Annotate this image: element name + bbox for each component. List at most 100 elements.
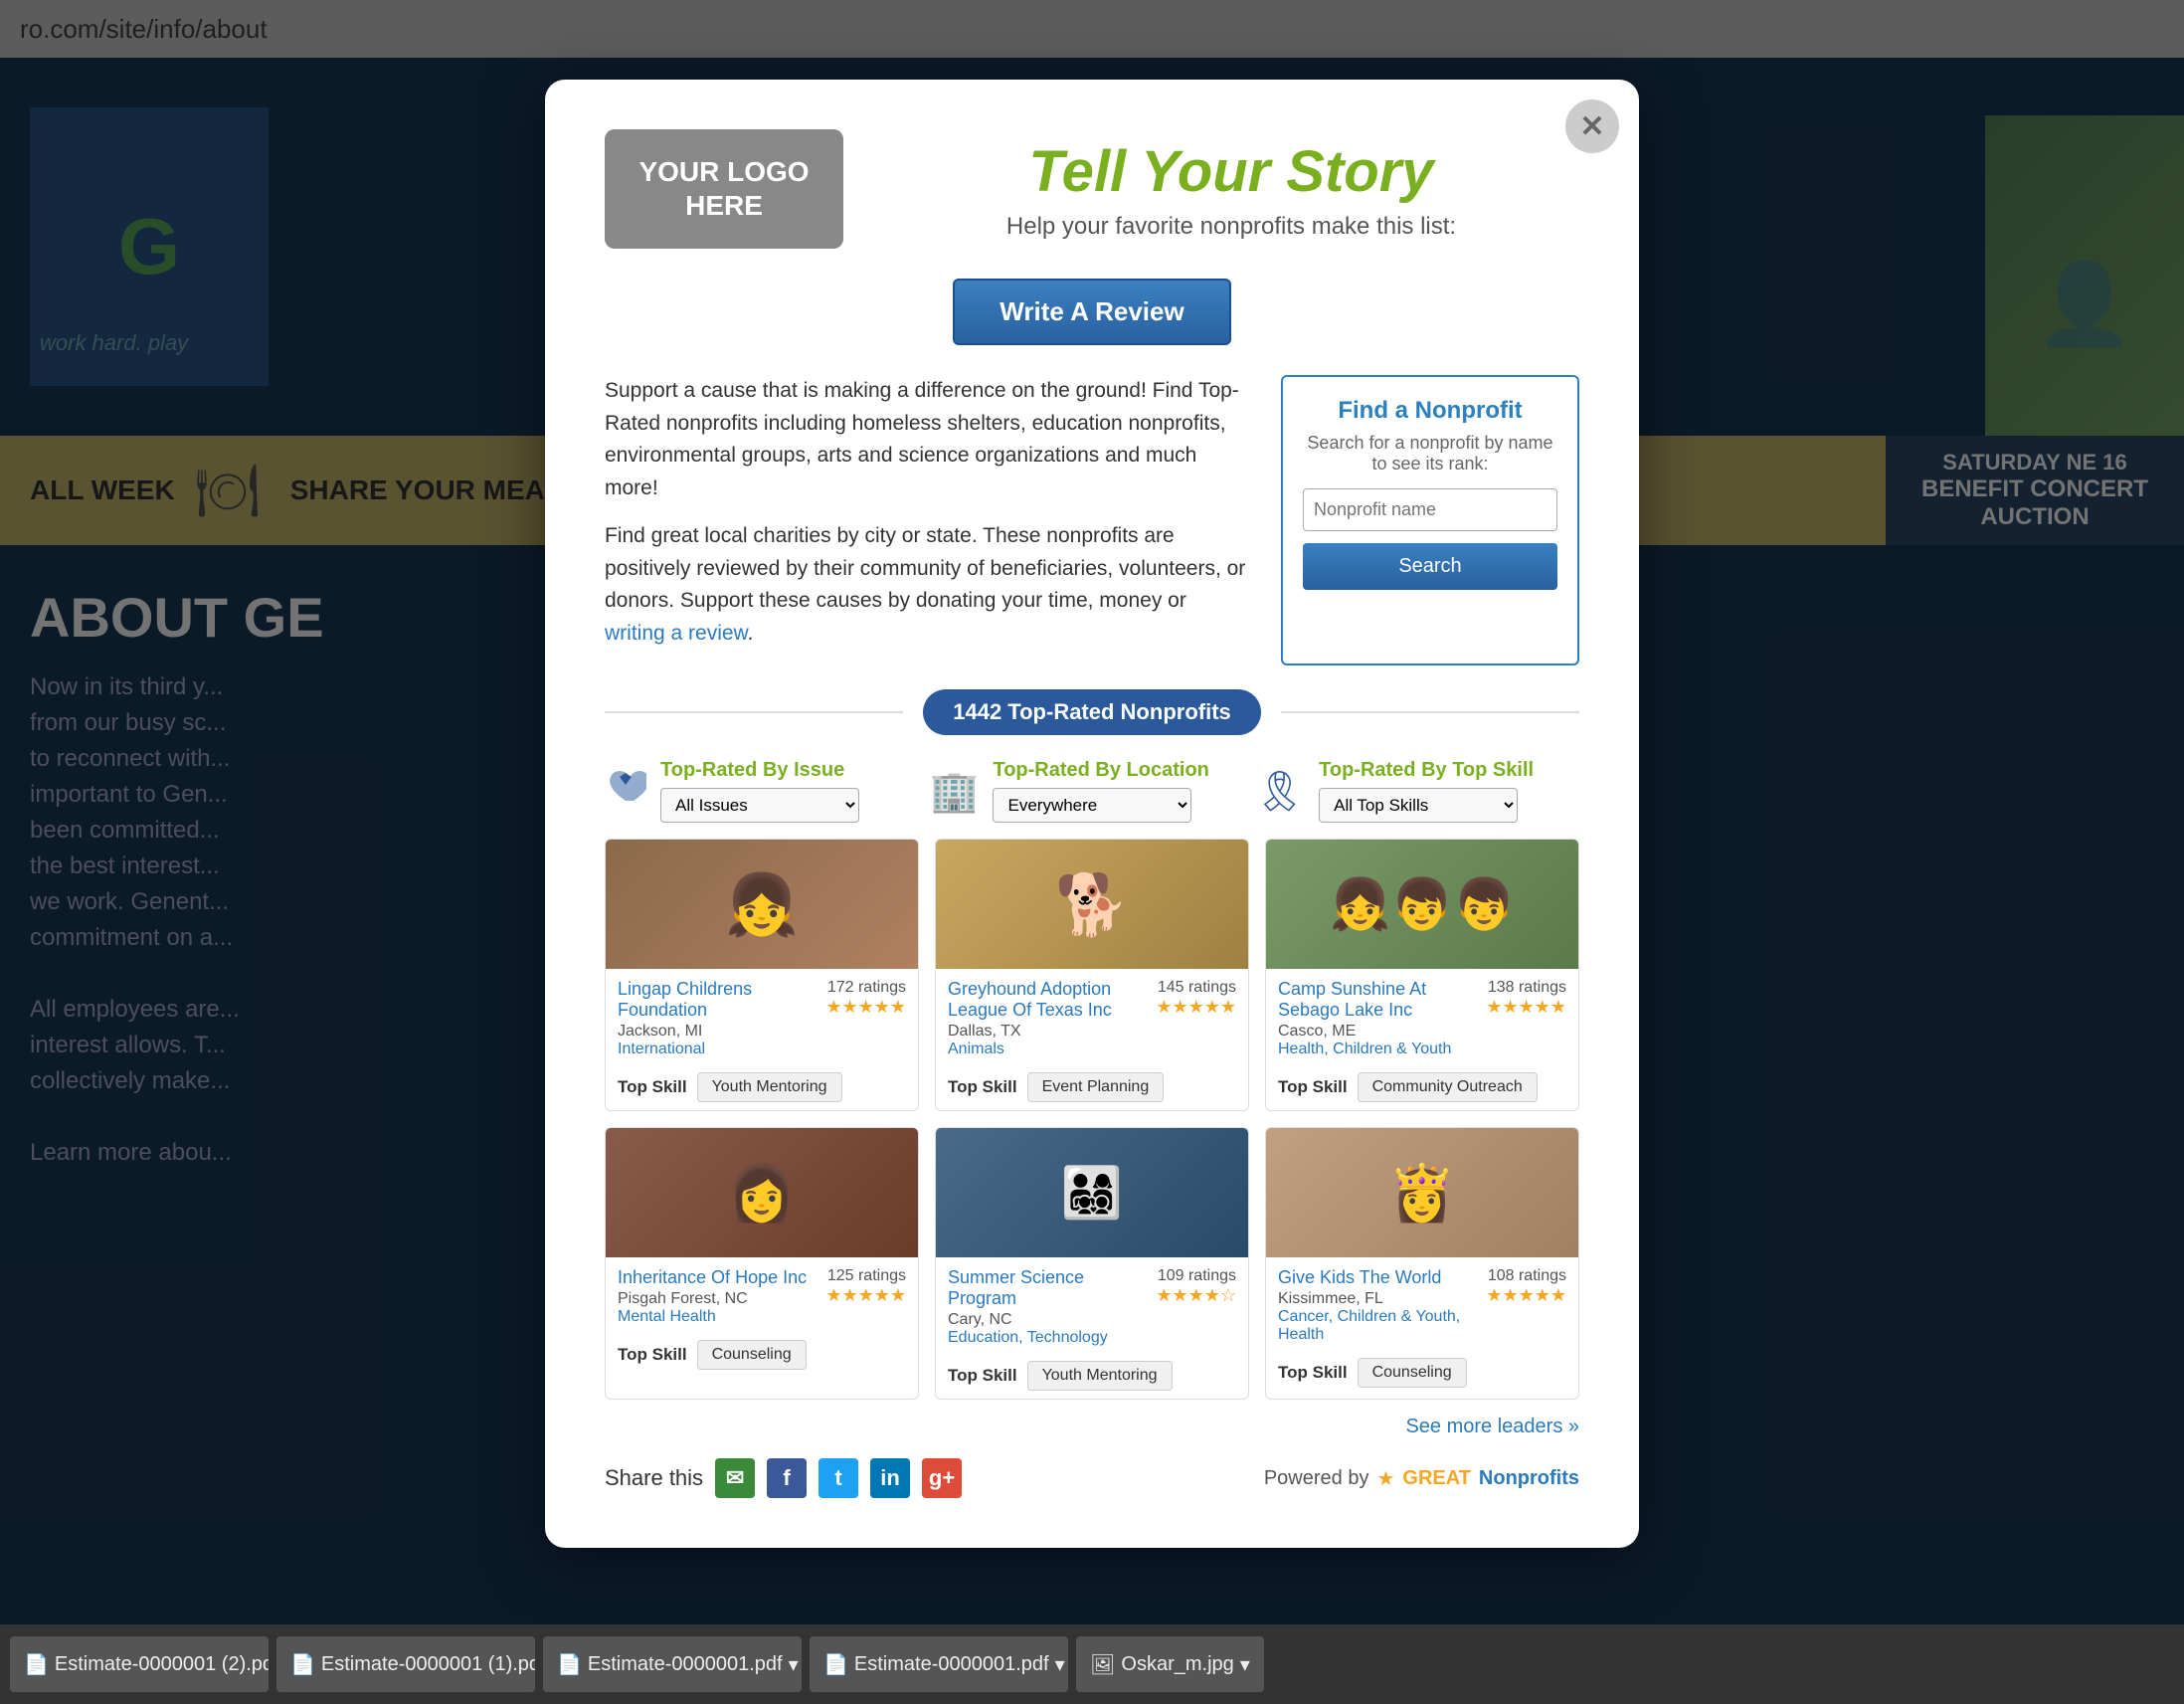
cat-select-skill[interactable]: All Top Skills (1319, 788, 1518, 823)
cat-header-location: 🏢 Top-Rated By Location Everywhere (930, 759, 1255, 823)
category-headers: Top-Rated By Issue All Issues 🏢 Top-Rate… (605, 759, 1579, 823)
logo-text: YOUR LOGO HERE (605, 155, 843, 222)
org-name-1: Lingap Childrens Foundation (618, 979, 825, 1021)
writing-review-link[interactable]: writing a review (605, 622, 748, 645)
pdf-icon-1: 📄 (24, 1652, 49, 1677)
org-skill-4: Counseling (697, 1340, 807, 1370)
share-linkedin-icon[interactable]: in (870, 1458, 910, 1498)
org-image-6: 👸 (1266, 1128, 1578, 1257)
modal-description: Support a cause that is making a differe… (605, 375, 1251, 665)
find-nonprofit-box: Find a Nonprofit Search for a nonprofit … (1281, 375, 1579, 665)
heart-icon (605, 765, 646, 817)
divider-badge-row: 1442 Top-Rated Nonprofits (605, 689, 1579, 735)
org-info-4: Inheritance Of Hope Inc Pisgah Forest, N… (606, 1257, 918, 1332)
share-facebook-icon[interactable]: f (767, 1458, 807, 1498)
divider-right (1281, 711, 1579, 713)
org-name-6: Give Kids The World (1278, 1267, 1486, 1288)
org-ratings-1: 172 ratings (825, 979, 906, 997)
see-more-row: See more leaders » (605, 1416, 1579, 1438)
taskbar-item-2[interactable]: 📄 Estimate-0000001 (1).pdf ▾ (276, 1636, 535, 1692)
org-image-2: 🐕 (936, 840, 1248, 969)
org-location-3: Casco, ME (1278, 1023, 1486, 1041)
powered-nonprofits: Nonprofits (1479, 1467, 1579, 1490)
org-stars-6: ★★★★★ (1486, 1285, 1566, 1306)
org-skill-row-2: Top Skill Event Planning (936, 1064, 1248, 1110)
org-grid-row1: 👧 Lingap Childrens Foundation Jackson, M… (605, 839, 1579, 1111)
org-image-5: 👨‍👩‍👧‍👦 (936, 1128, 1248, 1257)
share-googleplus-icon[interactable]: g+ (922, 1458, 962, 1498)
share-email-icon[interactable]: ✉ (715, 1458, 755, 1498)
nonprofit-search-input[interactable] (1303, 488, 1557, 531)
see-more-link[interactable]: See more leaders » (1405, 1416, 1579, 1437)
modal: ✕ YOUR LOGO HERE Tell Your Story Help yo… (545, 80, 1639, 1548)
modal-footer: Share this ✉ f t in g+ Powered by ★ GREA… (605, 1458, 1579, 1498)
org-card-4[interactable]: 👩 Inheritance Of Hope Inc Pisgah Forest,… (605, 1127, 919, 1400)
org-stars-3: ★★★★★ (1486, 997, 1566, 1018)
modal-top: YOUR LOGO HERE Tell Your Story Help your… (605, 129, 1579, 249)
org-tag-6: Cancer, Children & Youth, Health (1278, 1308, 1486, 1344)
share-block: Share this ✉ f t in g+ (605, 1458, 962, 1498)
close-button[interactable]: ✕ (1565, 99, 1619, 153)
org-location-5: Cary, NC (948, 1311, 1156, 1329)
org-tag-3: Health, Children & Youth (1278, 1041, 1486, 1058)
find-nonprofit-title: Find a Nonprofit (1303, 397, 1557, 425)
org-skill-row-5: Top Skill Youth Mentoring (936, 1353, 1248, 1399)
org-skill-6: Counseling (1358, 1358, 1467, 1388)
org-stars-5: ★★★★☆ (1156, 1285, 1236, 1306)
desc-para-2: Find great local charities by city or st… (605, 520, 1251, 650)
org-skill-row-3: Top Skill Community Outreach (1266, 1064, 1578, 1110)
share-label: Share this (605, 1465, 703, 1491)
taskbar-item-3[interactable]: 📄 Estimate-0000001.pdf ▾ (543, 1636, 802, 1692)
modal-body: Support a cause that is making a differe… (605, 375, 1579, 665)
org-ratings-3: 138 ratings (1486, 979, 1566, 997)
divider-left (605, 711, 903, 713)
org-card-6[interactable]: 👸 Give Kids The World Kissimmee, FL Canc… (1265, 1127, 1579, 1400)
org-location-2: Dallas, TX (948, 1023, 1156, 1041)
org-image-3: 👧‍👦‍👦 (1266, 840, 1578, 969)
cat-title-issue: Top-Rated By Issue (660, 759, 859, 782)
img-icon-1: 🖼 (1090, 1652, 1115, 1677)
org-info-3: Camp Sunshine At Sebago Lake Inc Casco, … (1266, 969, 1578, 1064)
chevron-down-icon-3: ▾ (789, 1652, 799, 1677)
org-card-2[interactable]: 🐕 Greyhound Adoption League Of Texas Inc… (935, 839, 1249, 1111)
powered-star: ★ (1376, 1466, 1394, 1491)
org-name-5: Summer Science Program (948, 1267, 1156, 1309)
pdf-icon-3: 📄 (557, 1652, 582, 1677)
org-card-3[interactable]: 👧‍👦‍👦 Camp Sunshine At Sebago Lake Inc C… (1265, 839, 1579, 1111)
write-review-button[interactable]: Write A Review (953, 279, 1231, 345)
org-skill-3: Community Outreach (1358, 1072, 1538, 1102)
cat-title-location: Top-Rated By Location (993, 759, 1208, 782)
cat-select-location[interactable]: Everywhere (993, 788, 1191, 823)
headline-title: Tell Your Story (883, 138, 1579, 205)
building-icon: 🏢 (930, 768, 980, 815)
org-skill-2: Event Planning (1027, 1072, 1165, 1102)
cat-select-issue[interactable]: All Issues (660, 788, 859, 823)
org-tag-2: Animals (948, 1041, 1156, 1058)
taskbar-item-5[interactable]: 🖼 Oskar_m.jpg ▾ (1076, 1636, 1264, 1692)
org-ratings-2: 145 ratings (1156, 979, 1236, 997)
share-twitter-icon[interactable]: t (819, 1458, 858, 1498)
chevron-down-icon-4: ▾ (1055, 1652, 1065, 1677)
find-nonprofit-subtitle: Search for a nonprofit by name to see it… (1303, 433, 1557, 474)
org-card-1[interactable]: 👧 Lingap Childrens Foundation Jackson, M… (605, 839, 919, 1111)
headline-subtitle: Help your favorite nonprofits make this … (883, 213, 1579, 241)
org-skill-row-4: Top Skill Counseling (606, 1332, 918, 1378)
logo-placeholder: YOUR LOGO HERE (605, 129, 843, 249)
org-skill-row-6: Top Skill Counseling (1266, 1350, 1578, 1396)
org-ratings-5: 109 ratings (1156, 1267, 1236, 1285)
powered-great: GREAT (1402, 1467, 1471, 1490)
modal-headline: Tell Your Story Help your favorite nonpr… (883, 138, 1579, 241)
org-stars-2: ★★★★★ (1156, 997, 1236, 1018)
taskbar-item-1[interactable]: 📄 Estimate-0000001 (2).pdf ▾ (10, 1636, 269, 1692)
org-location-4: Pisgah Forest, NC (618, 1290, 807, 1308)
org-card-5[interactable]: 👨‍👩‍👧‍👦 Summer Science Program Cary, NC … (935, 1127, 1249, 1400)
org-location-1: Jackson, MI (618, 1023, 825, 1041)
org-image-4: 👩 (606, 1128, 918, 1257)
desc-para-1: Support a cause that is making a differe… (605, 375, 1251, 504)
org-skill-row-1: Top Skill Youth Mentoring (606, 1064, 918, 1110)
org-grid-row2: 👩 Inheritance Of Hope Inc Pisgah Forest,… (605, 1127, 1579, 1400)
org-ratings-6: 108 ratings (1486, 1267, 1566, 1285)
nonprofit-search-button[interactable]: Search (1303, 543, 1557, 590)
taskbar-item-4[interactable]: 📄 Estimate-0000001.pdf ▾ (810, 1636, 1068, 1692)
powered-label: Powered by (1264, 1467, 1369, 1490)
